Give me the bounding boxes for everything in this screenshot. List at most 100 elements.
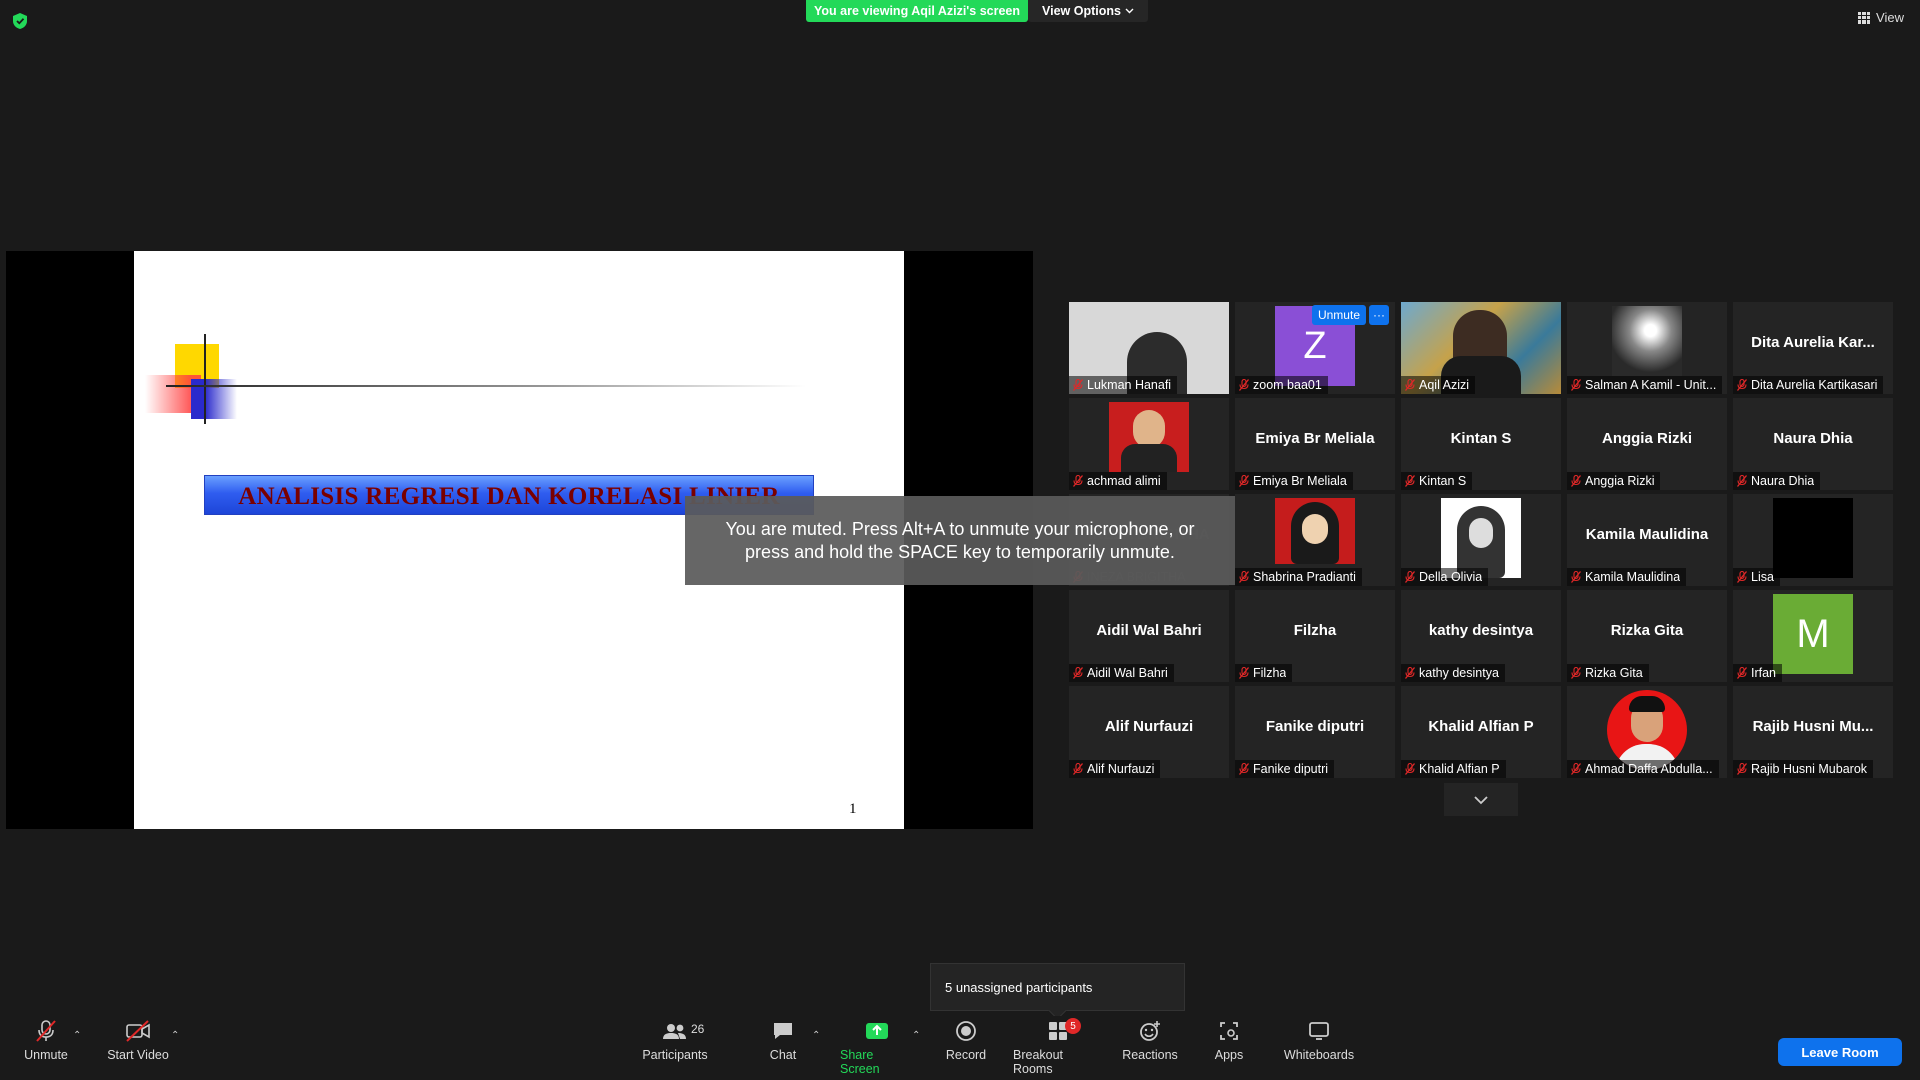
reactions-button[interactable]: Reactions <box>1122 1020 1178 1062</box>
participant-display-name: Fanike diputri <box>1265 718 1365 735</box>
participant-tile[interactable]: Anggia Rizki Anggia Rizki <box>1567 398 1727 490</box>
participant-name-label: Rizka Gita <box>1567 664 1649 682</box>
chat-options-caret[interactable]: ⌃ <box>812 1030 820 1041</box>
participant-name: Irfan <box>1751 666 1777 680</box>
breakout-unassigned-popup[interactable]: 5 unassigned participants <box>930 963 1185 1011</box>
breakout-rooms-label: Breakout Rooms <box>1013 1048 1064 1076</box>
participant-name: Ahmad Daffa Abdulla... <box>1585 762 1713 776</box>
participant-display-name: Kamila Maulidina <box>1585 526 1709 543</box>
mic-muted-icon <box>1239 667 1249 679</box>
participant-tile[interactable]: Rajib Husni Mu... Rajib Husni Mubarok <box>1733 686 1893 778</box>
participant-display-name: Emiya Br Meliala <box>1255 430 1375 447</box>
participant-name: Aqil Azizi <box>1419 378 1470 392</box>
chat-icon <box>774 1023 792 1039</box>
participant-name: achmad alimi <box>1087 474 1161 488</box>
mic-muted-icon <box>1239 571 1249 583</box>
participant-name-label: kathy desintya <box>1401 664 1505 682</box>
participants-button[interactable]: 26 Participants <box>640 1020 710 1062</box>
participant-tile[interactable]: Aidil Wal Bahri Aidil Wal Bahri <box>1069 590 1229 682</box>
participant-video <box>1612 306 1682 376</box>
mic-muted-icon <box>1405 763 1415 775</box>
participant-tile[interactable]: Shabrina Pradianti <box>1235 494 1395 586</box>
tile-more-options-button[interactable]: ··· <box>1369 305 1389 325</box>
participant-tile[interactable]: Aqil Azizi <box>1401 302 1561 394</box>
participant-tile[interactable]: Filzha Filzha <box>1235 590 1395 682</box>
chevron-down-icon <box>1474 795 1488 804</box>
view-options-label: View Options <box>1042 4 1121 18</box>
participant-name: Aidil Wal Bahri <box>1087 666 1168 680</box>
participant-name-label: achmad alimi <box>1069 472 1167 490</box>
slide-page-number: 1 <box>849 801 857 817</box>
share-screen-button[interactable]: Share Screen <box>840 1020 914 1076</box>
start-video-label: Start Video <box>107 1048 169 1062</box>
participant-name-label: zoom baa01 <box>1235 376 1328 394</box>
slide-decoration-hline <box>166 385 806 387</box>
security-shield-icon[interactable] <box>12 12 28 30</box>
participant-tile[interactable]: Rizka Gita Rizka Gita <box>1567 590 1727 682</box>
participant-name: Kintan S <box>1419 474 1467 488</box>
participant-name-label: Shabrina Pradianti <box>1235 568 1362 586</box>
participant-tile[interactable]: Lukman Hanafi <box>1069 302 1229 394</box>
participant-name-label: Aidil Wal Bahri <box>1069 664 1174 682</box>
participant-tile[interactable]: Kintan S Kintan S <box>1401 398 1561 490</box>
participant-name: Shabrina Pradianti <box>1253 570 1356 584</box>
participant-tile[interactable]: Lisa <box>1733 494 1893 586</box>
participant-name: Emiya Br Meliala <box>1253 474 1347 488</box>
participant-tile[interactable]: M Irfan <box>1733 590 1893 682</box>
leave-room-button[interactable]: Leave Room <box>1778 1038 1902 1066</box>
mic-muted-icon <box>1571 379 1581 391</box>
participant-tile[interactable]: Dita Aurelia Kar... Dita Aurelia Kartikas… <box>1733 302 1893 394</box>
record-button[interactable]: Record <box>945 1020 987 1062</box>
slide-decoration-vline <box>204 334 206 424</box>
participant-display-name: Naura Dhia <box>1773 430 1853 447</box>
participant-name: Khalid Alfian P <box>1419 762 1500 776</box>
participant-name-label: Dita Aurelia Kartikasari <box>1733 376 1884 394</box>
participant-tile[interactable]: achmad alimi <box>1069 398 1229 490</box>
participant-name-label: Filzha <box>1235 664 1293 682</box>
chat-button[interactable]: Chat <box>765 1020 801 1062</box>
participant-tile[interactable]: Z Unmute ··· zoom baa01 <box>1235 302 1395 394</box>
view-options-button[interactable]: View Options <box>1028 0 1148 22</box>
participant-photo <box>1441 498 1521 578</box>
mic-muted-icon <box>1073 379 1083 391</box>
view-layout-button[interactable]: View <box>1858 10 1904 25</box>
participant-photo <box>1109 402 1189 472</box>
participant-tile[interactable]: kathy desintya kathy desintya <box>1401 590 1561 682</box>
gallery-scroll-down-button[interactable] <box>1444 783 1518 816</box>
mic-muted-icon <box>1571 475 1581 487</box>
mic-muted-icon <box>1239 763 1249 775</box>
participants-icon <box>663 1024 686 1039</box>
participant-tile[interactable]: Kamila Maulidina Kamila Maulidina <box>1567 494 1727 586</box>
participant-tile[interactable]: Alif Nurfauzi Alif Nurfauzi <box>1069 686 1229 778</box>
participant-display-name: Rajib Husni Mu... <box>1752 718 1874 735</box>
audio-options-caret[interactable]: ⌃ <box>73 1030 81 1041</box>
apps-button[interactable]: Apps <box>1214 1020 1244 1062</box>
participant-tile[interactable]: Emiya Br Meliala Emiya Br Meliala <box>1235 398 1395 490</box>
participant-tile[interactable]: Khalid Alfian P Khalid Alfian P <box>1401 686 1561 778</box>
chevron-down-icon <box>1125 8 1134 14</box>
whiteboards-button[interactable]: Whiteboards <box>1284 1020 1354 1062</box>
tile-unmute-button[interactable]: Unmute <box>1311 305 1366 325</box>
participant-name-label: Aqil Azizi <box>1401 376 1476 394</box>
participant-tile[interactable]: Naura Dhia Naura Dhia <box>1733 398 1893 490</box>
participant-name-label: Fanike diputri <box>1235 760 1335 778</box>
start-video-button[interactable]: Start Video <box>106 1020 170 1062</box>
share-options-caret[interactable]: ⌃ <box>912 1030 920 1041</box>
participant-display-name: Rizka Gita <box>1610 622 1684 639</box>
participant-name-label: Kintan S <box>1401 472 1473 490</box>
mic-muted-icon <box>1737 475 1747 487</box>
reactions-icon <box>1140 1021 1160 1041</box>
viewing-screen-banner: You are viewing Aqil Azizi's screen <box>806 0 1028 22</box>
participant-tile[interactable]: Della Olivia <box>1401 494 1561 586</box>
record-icon <box>956 1021 976 1041</box>
participant-tile[interactable]: Ahmad Daffa Abdulla... <box>1567 686 1727 778</box>
participant-tile[interactable]: Fanike diputri Fanike diputri <box>1235 686 1395 778</box>
unmute-button[interactable]: Unmute <box>20 1020 72 1062</box>
participant-name-label: Lukman Hanafi <box>1069 376 1178 394</box>
breakout-rooms-button[interactable]: 5 Breakout Rooms <box>1013 1018 1103 1076</box>
mic-muted-icon <box>1073 475 1083 487</box>
participant-avatar: M <box>1773 594 1853 674</box>
video-options-caret[interactable]: ⌃ <box>171 1030 179 1041</box>
participant-tile[interactable]: Salman A Kamil - Unit... <box>1567 302 1727 394</box>
mic-muted-icon <box>1239 379 1249 391</box>
